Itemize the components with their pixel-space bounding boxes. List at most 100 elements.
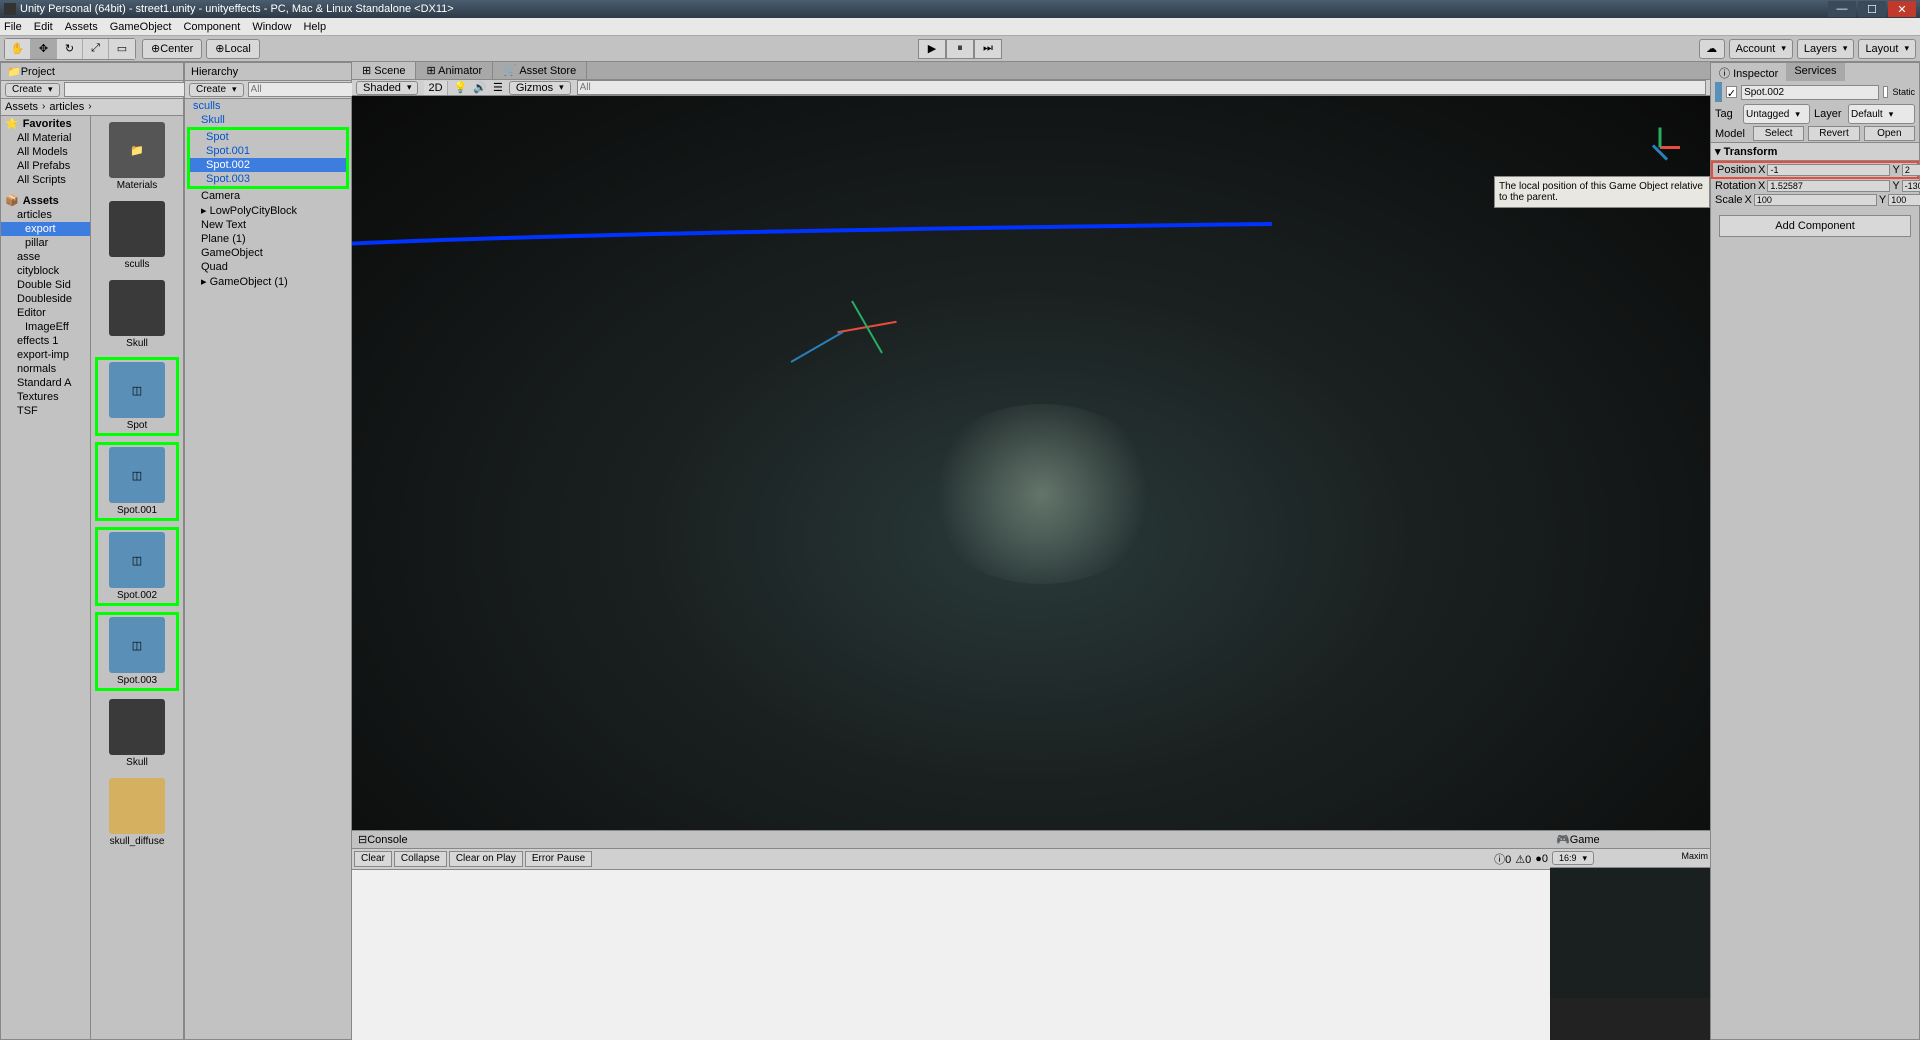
hierarchy-create[interactable]: Create: [189, 83, 244, 97]
hierarchy-quad[interactable]: Quad: [185, 260, 351, 274]
scene-tab[interactable]: ⊞ Scene: [352, 62, 416, 79]
audio-toggle[interactable]: 🔊: [473, 81, 487, 94]
scale-tool[interactable]: ⤢: [83, 39, 109, 59]
folder-articles[interactable]: articles: [1, 208, 90, 222]
folder-cityblock[interactable]: cityblock: [1, 264, 90, 278]
shaded-dropdown[interactable]: Shaded: [356, 81, 418, 95]
services-tab[interactable]: Services: [1786, 63, 1844, 81]
account-dropdown[interactable]: Account: [1729, 39, 1793, 59]
hierarchy-newtext[interactable]: New Text: [185, 218, 351, 232]
folder-textures[interactable]: Textures: [1, 390, 90, 404]
gizmo-z-axis[interactable]: [791, 331, 844, 363]
rect-tool[interactable]: ▭: [109, 39, 135, 59]
folder-doubleside[interactable]: Doubleside: [1, 292, 90, 306]
project-tab[interactable]: 📁 Project: [1, 63, 183, 81]
layout-dropdown[interactable]: Layout: [1858, 39, 1916, 59]
hierarchy-plane[interactable]: Plane (1): [185, 232, 351, 246]
static-checkbox[interactable]: [1883, 86, 1888, 98]
scene-view[interactable]: The local position of this Game Object r…: [352, 96, 1710, 830]
folder-normals[interactable]: normals: [1, 362, 90, 376]
folder-doublesid[interactable]: Double Sid: [1, 278, 90, 292]
folder-pillar[interactable]: pillar: [1, 236, 90, 250]
cloud-button[interactable]: ☁: [1699, 39, 1725, 59]
folder-editor[interactable]: Editor: [1, 306, 90, 320]
orientation-gizmo[interactable]: [1630, 116, 1690, 176]
pause-button[interactable]: ⏸: [946, 39, 974, 59]
scale-y[interactable]: [1888, 194, 1920, 206]
favorites-header[interactable]: ⭐ Favorites: [1, 116, 90, 131]
menu-edit[interactable]: Edit: [34, 21, 53, 33]
space-toggle[interactable]: ⊕ Local: [206, 39, 260, 59]
grid-sculls[interactable]: sculls: [95, 199, 179, 272]
hierarchy-camera[interactable]: Camera: [185, 189, 351, 203]
gameobject-name[interactable]: [1741, 85, 1879, 100]
pivot-toggle[interactable]: ⊕ Center: [142, 39, 202, 59]
model-open[interactable]: Open: [1864, 126, 1915, 141]
grid-skulldiffuse[interactable]: skull_diffuse: [95, 776, 179, 849]
console-warn-count[interactable]: ⚠0: [1515, 853, 1531, 866]
console-collapse[interactable]: Collapse: [394, 851, 447, 867]
folder-asse[interactable]: asse: [1, 250, 90, 264]
rotate-tool[interactable]: ↻: [57, 39, 83, 59]
orient-x[interactable]: [1660, 146, 1680, 149]
console-clear[interactable]: Clear: [354, 851, 392, 867]
hierarchy-spot[interactable]: Spot: [190, 130, 346, 144]
fav-prefabs[interactable]: All Prefabs: [1, 159, 90, 173]
menu-window[interactable]: Window: [252, 21, 291, 33]
model-revert[interactable]: Revert: [1808, 126, 1859, 141]
grid-spot003[interactable]: ◫Spot.003: [95, 612, 179, 691]
folder-tsf[interactable]: TSF: [1, 404, 90, 418]
grid-spot[interactable]: ◫Spot: [95, 357, 179, 436]
hierarchy-spot002[interactable]: Spot.002: [190, 158, 346, 172]
hierarchy-lowpoly[interactable]: ▸ LowPolyCityBlock: [185, 203, 351, 218]
grid-spot002[interactable]: ◫Spot.002: [95, 527, 179, 606]
minimize-button[interactable]: —: [1828, 1, 1856, 17]
model-select[interactable]: Select: [1753, 126, 1804, 141]
pos-x[interactable]: [1767, 164, 1890, 176]
transform-gizmo[interactable]: [827, 316, 907, 396]
hand-tool[interactable]: ✋: [5, 39, 31, 59]
game-maximize[interactable]: Maxim: [1682, 851, 1709, 865]
rot-y[interactable]: [1902, 180, 1920, 192]
breadcrumb-assets[interactable]: Assets: [5, 101, 38, 113]
grid-materials[interactable]: 📁Materials: [95, 120, 179, 193]
fav-materials[interactable]: All Material: [1, 131, 90, 145]
hierarchy-tab[interactable]: Hierarchy: [185, 63, 351, 81]
grid-skull2[interactable]: Skull: [95, 697, 179, 770]
fav-models[interactable]: All Models: [1, 145, 90, 159]
menu-help[interactable]: Help: [303, 21, 326, 33]
hierarchy-gameobject[interactable]: GameObject: [185, 246, 351, 260]
transform-section[interactable]: ▾ Transform: [1711, 142, 1919, 161]
maximize-button[interactable]: ☐: [1858, 1, 1886, 17]
console-clearonplay[interactable]: Clear on Play: [449, 851, 523, 867]
active-checkbox[interactable]: ✓: [1726, 86, 1737, 98]
grid-skull[interactable]: Skull: [95, 278, 179, 351]
play-button[interactable]: ▶: [918, 39, 946, 59]
folder-imageeff[interactable]: ImageEff: [1, 320, 90, 334]
console-error-count[interactable]: ●0: [1535, 853, 1548, 865]
folder-standarda[interactable]: Standard A: [1, 376, 90, 390]
folder-exportimp[interactable]: export-imp: [1, 348, 90, 362]
console-tab[interactable]: ⊟ Console: [352, 831, 1550, 849]
hierarchy-root[interactable]: sculls: [185, 99, 351, 113]
hierarchy-spot003[interactable]: Spot.003: [190, 172, 346, 186]
breadcrumb-articles[interactable]: articles: [49, 101, 84, 113]
add-component-button[interactable]: Add Component: [1719, 215, 1911, 237]
scene-search[interactable]: [577, 80, 1706, 95]
game-tab[interactable]: 🎮 Game: [1550, 831, 1710, 849]
fx-toggle[interactable]: ☰: [493, 81, 503, 94]
layers-dropdown[interactable]: Layers: [1797, 39, 1855, 59]
hierarchy-spot001[interactable]: Spot.001: [190, 144, 346, 158]
hierarchy-skull[interactable]: Skull: [185, 113, 351, 127]
tag-dropdown[interactable]: Untagged: [1743, 104, 1810, 124]
gizmos-dropdown[interactable]: Gizmos: [509, 81, 571, 95]
project-create[interactable]: Create: [5, 83, 60, 97]
console-info-count[interactable]: ⓘ0: [1494, 851, 1511, 867]
move-tool[interactable]: ✥: [31, 39, 57, 59]
folder-effects1[interactable]: effects 1: [1, 334, 90, 348]
close-button[interactable]: ✕: [1888, 1, 1916, 17]
lighting-toggle[interactable]: 💡: [454, 81, 468, 94]
hierarchy-gameobject1[interactable]: ▸ GameObject (1): [185, 274, 351, 289]
folder-export[interactable]: export: [1, 222, 90, 236]
menu-file[interactable]: File: [4, 21, 22, 33]
